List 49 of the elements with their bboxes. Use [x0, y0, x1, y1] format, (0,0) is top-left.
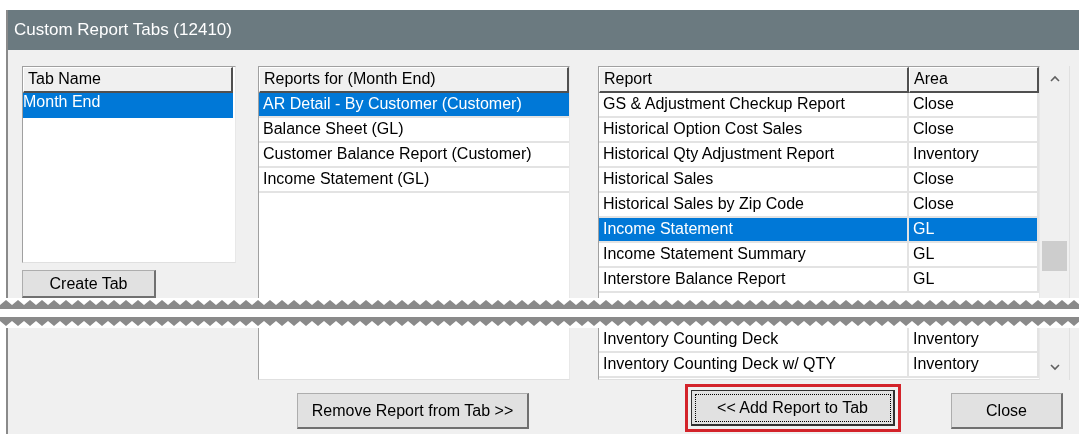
- list-row[interactable]: Inventory Counting Deck w/ QTY Inventory: [599, 353, 1039, 378]
- table-cell: Close: [909, 93, 1039, 118]
- column-header[interactable]: Tab Name: [23, 67, 233, 93]
- table-cell: Historical Sales: [599, 168, 909, 193]
- report-list[interactable]: Inventory Counting Deck Inventory Inventory Counting Deck w/ QTY Inventory: [598, 328, 1040, 380]
- column-header[interactable]: Report: [599, 67, 909, 93]
- table-cell: Inventory: [909, 143, 1039, 168]
- table-cell: GL: [909, 218, 1039, 243]
- list-row[interactable]: Income Statement (GL): [259, 168, 569, 193]
- list-row[interactable]: Historical Sales Close: [599, 168, 1039, 193]
- window-title: Custom Report Tabs (12410): [14, 20, 232, 40]
- table-cell: GL: [909, 268, 1039, 293]
- list-row[interactable]: AR Detail - By Customer (Customer): [259, 93, 569, 118]
- list-row[interactable]: Historical Qty Adjustment Report Inventory: [599, 143, 1039, 168]
- list-row[interactable]: Historical Option Cost Sales Close: [599, 118, 1039, 143]
- table-cell: Historical Option Cost Sales: [599, 118, 909, 143]
- action-button[interactable]: << Add Report to Tab: [691, 390, 895, 426]
- action-button[interactable]: Create Tab: [22, 270, 156, 298]
- list-row[interactable]: Balance Sheet (GL): [259, 118, 569, 143]
- table-cell: Close: [909, 168, 1039, 193]
- table-cell: Inventory: [909, 328, 1039, 353]
- scroll-thumb[interactable]: [1042, 241, 1067, 271]
- list-row[interactable]: Customer Balance Report (Customer): [259, 143, 569, 168]
- list-row[interactable]: Income Statement GL: [599, 218, 1039, 243]
- table-cell: GL: [909, 243, 1039, 268]
- table-cell: Close: [909, 118, 1039, 143]
- report-list[interactable]: Reports for (Month End) AR Detail - By Customer (Customer) Balance Sheet (GL) Customer Balance Report (Customer) Income Statement (GL): [258, 66, 570, 298]
- list-row[interactable]: GS & Adjustment Checkup Report Close: [599, 93, 1039, 118]
- column-header[interactable]: Area: [909, 67, 1039, 93]
- table-cell: Historical Qty Adjustment Report: [599, 143, 909, 168]
- scroll-up-icon[interactable]: [1050, 75, 1060, 82]
- table-cell: Inventory: [909, 353, 1039, 378]
- action-button[interactable]: Close: [951, 393, 1063, 429]
- action-button[interactable]: Remove Report from Tab >>: [297, 393, 529, 429]
- scrollbar[interactable]: [1040, 66, 1070, 298]
- list-row[interactable]: Income Statement Summary GL: [599, 243, 1039, 268]
- list-row[interactable]: Month End: [23, 93, 233, 118]
- table-cell: Income Statement Summary: [599, 243, 909, 268]
- report-list[interactable]: [598, 66, 1040, 298]
- list-row[interactable]: Inventory Counting Deck Inventory: [599, 328, 1039, 353]
- table-cell: Interstore Balance Report: [599, 268, 909, 293]
- table-cell: Inventory Counting Deck: [599, 328, 909, 353]
- column-header[interactable]: Reports for (Month End): [259, 67, 569, 93]
- list-row[interactable]: Interstore Balance Report GL: [599, 268, 1039, 293]
- scroll-down-icon[interactable]: [1050, 364, 1060, 371]
- table-cell: Inventory Counting Deck w/ QTY: [599, 353, 909, 378]
- table-cell: Income Statement: [599, 218, 909, 243]
- table-cell: GS & Adjustment Checkup Report: [599, 93, 909, 118]
- tab-list[interactable]: Tab Name Month End: [22, 66, 236, 263]
